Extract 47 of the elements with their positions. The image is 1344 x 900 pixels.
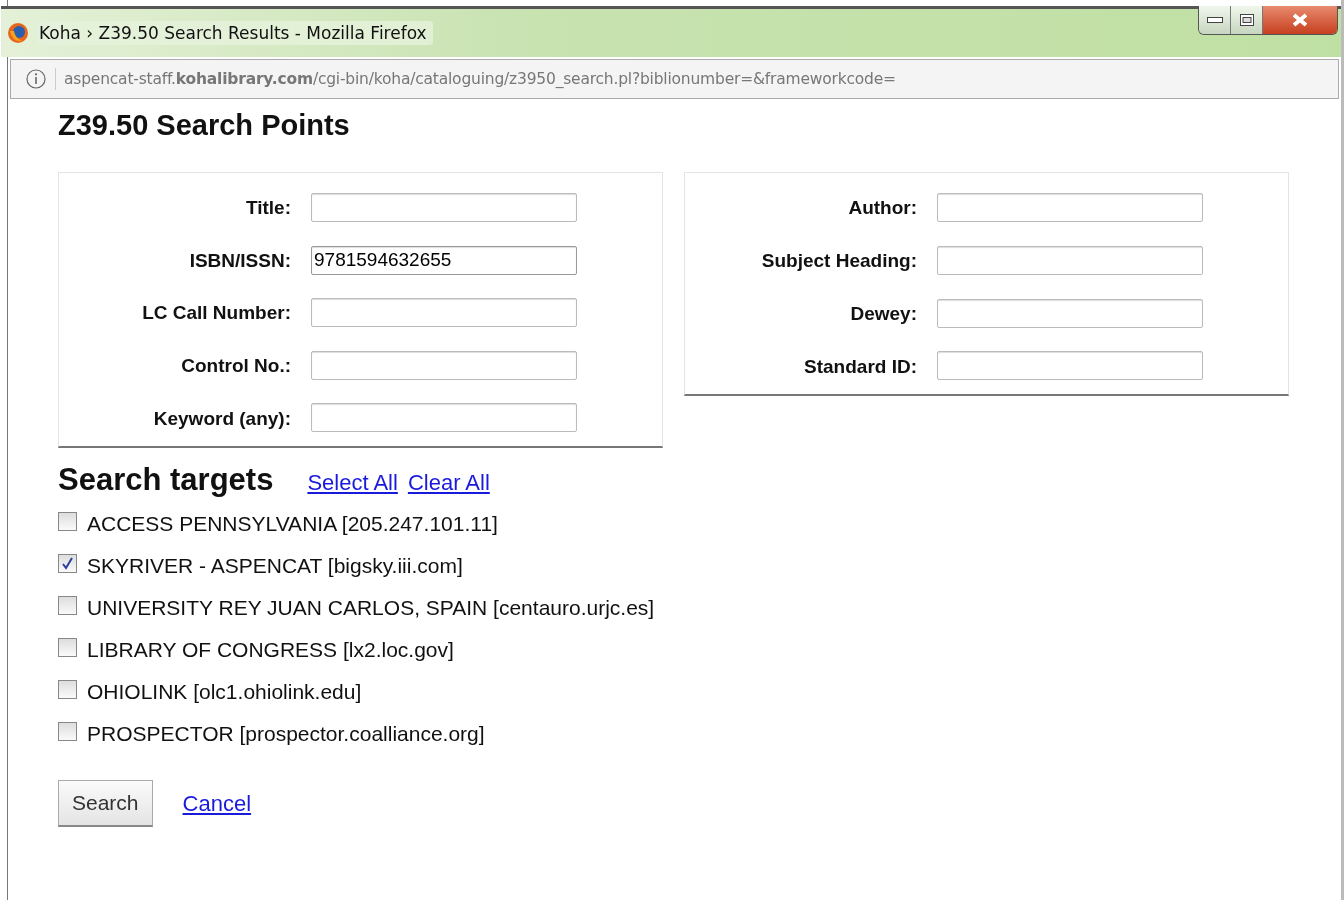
field-label: Subject Heading: (761, 250, 917, 273)
page-heading: Z39.50 Search Points (58, 109, 351, 142)
search-button[interactable]: Search (58, 780, 153, 827)
cancel-link[interactable]: Cancel (182, 790, 252, 817)
field-label: Keyword (any): (153, 407, 291, 430)
link[interactable]: Select All (307, 470, 398, 496)
maximize-button[interactable] (1231, 6, 1263, 34)
address-bar[interactable]: aspencat-staff.kohalibrary.com/cgi-bin/koha/cataloguing/z3950_search.pl?biblionumber=&frameworkcode= (10, 59, 1339, 99)
url-text: aspencat-staff.kohalibrary.com/cgi-bin/koha/cataloguing/z3950_search.pl?biblionumber=&frameworkcode= (64, 70, 896, 88)
target-label: SKYRIVER - ASPENCAT [bigsky.iii.com] (87, 554, 463, 578)
input-field[interactable] (311, 298, 577, 328)
checkbox[interactable] (58, 637, 77, 657)
maximize-icon (1239, 14, 1254, 26)
input-field[interactable] (937, 351, 1203, 381)
close-button[interactable] (1263, 6, 1337, 34)
target-label: UNIVERSITY REY JUAN CARLOS, SPAIN [centauro.urjc.es] (87, 596, 655, 620)
field-label: Standard ID: (804, 355, 917, 378)
checkbox[interactable] (58, 553, 77, 573)
minimize-icon (1206, 17, 1223, 23)
checkbox[interactable] (58, 679, 77, 699)
input-field[interactable] (937, 298, 1203, 328)
firefox-icon (7, 22, 29, 44)
info-icon[interactable] (26, 69, 46, 89)
input-field[interactable]: 9781594632655 (311, 245, 577, 275)
input-field[interactable] (311, 403, 577, 433)
field-label: Dewey: (850, 302, 917, 325)
target-label: LIBRARY OF CONGRESS [lx2.loc.gov] (87, 638, 454, 662)
input-field[interactable] (311, 350, 577, 380)
checkbox[interactable] (58, 595, 77, 615)
target-label: ACCESS PENNSYLVANIA [205.247.101.11] (87, 512, 498, 536)
input-field[interactable] (937, 245, 1203, 275)
field-label: Title: (245, 197, 291, 220)
target-label: OHIOLINK [olc1.ohiolink.edu] (87, 680, 362, 704)
field-label: Control No.: (181, 355, 291, 378)
link[interactable]: Clear All (407, 470, 490, 496)
field-label: Author: (848, 197, 917, 220)
minimize-button[interactable] (1199, 6, 1231, 34)
input-field[interactable] (937, 193, 1203, 222)
checkbox[interactable] (58, 511, 77, 531)
window-title: Koha › Z39.50 Search Results - Mozilla Firefox (37, 21, 433, 45)
target-label: PROSPECTOR [prospector.coalliance.org] (87, 722, 485, 746)
field-label: ISBN/ISSN: (189, 249, 291, 272)
input-field[interactable] (311, 193, 577, 222)
section-heading: Search targets (58, 462, 274, 498)
field-label: LC Call Number: (142, 302, 291, 325)
close-icon (1291, 13, 1309, 27)
checkbox[interactable] (58, 721, 77, 741)
